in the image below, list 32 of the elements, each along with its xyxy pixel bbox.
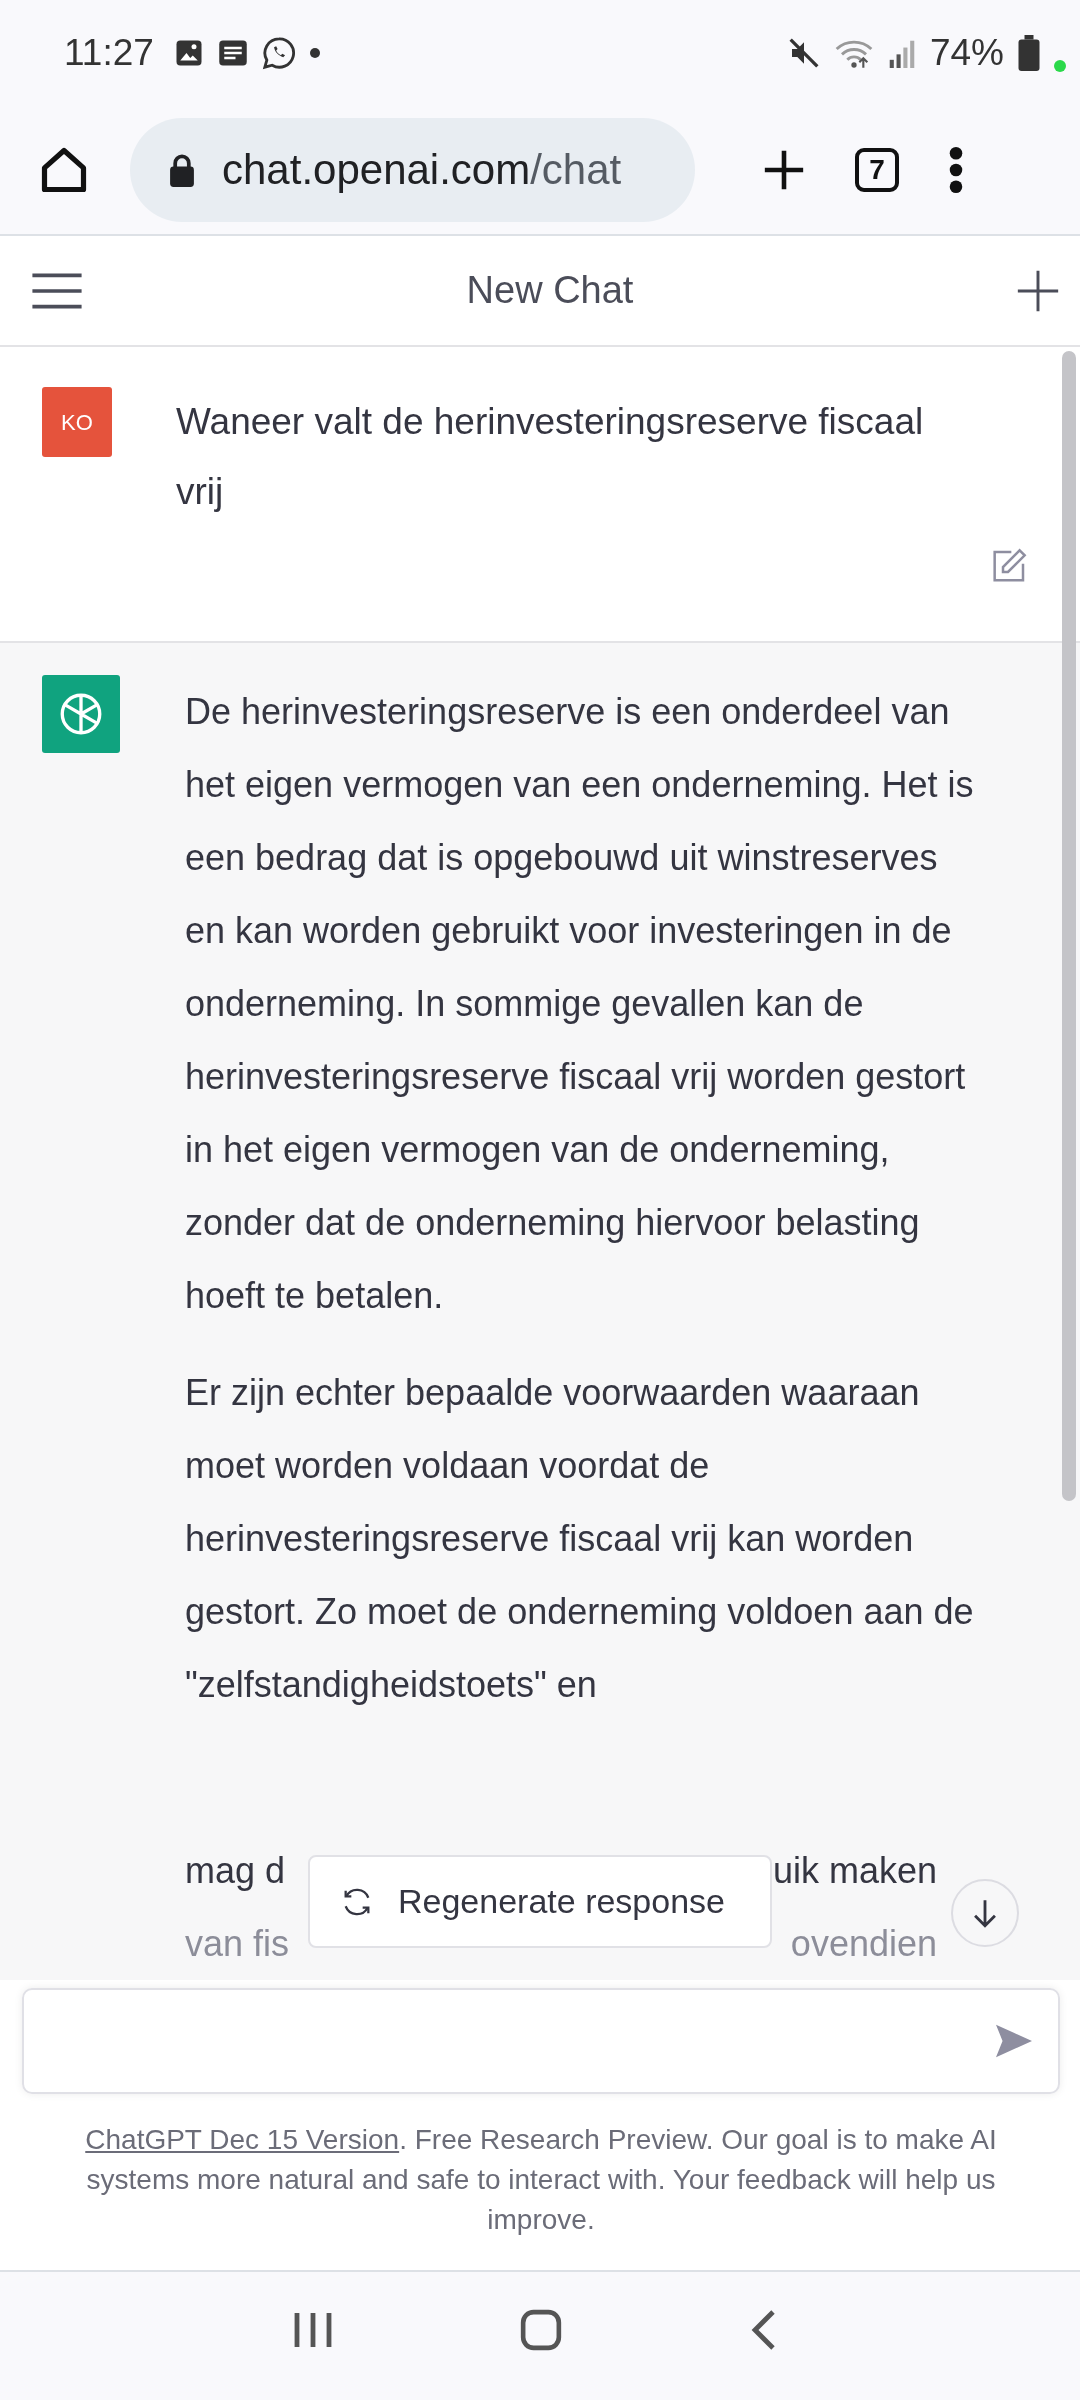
notification-dot-icon <box>309 47 320 58</box>
response-text-fragment: van fis <box>185 1922 290 1966</box>
response-paragraph: De herinvesteringsreserve is een onderdeel van het eigen vermogen van een onderneming. Het is een bedrag dat is opgebouwd uit winstreserves en kan worden gebruikt voor investeringen in de onderneming. In sommige gevallen kan de herinvesteringsreserve fiscaal vrij worden gestort in het eigen vermogen van de onderneming, zonder dat de onderneming hiervoor belasting hoeft te betalen. <box>185 690 975 1318</box>
news-icon <box>217 38 248 67</box>
clock-time: 11:27 <box>64 31 154 74</box>
response-text-fragment: uik maken <box>772 1849 937 1893</box>
home-button-icon[interactable] <box>520 2309 562 2351</box>
message-text: Waneer valt de herinvesteringsreserve fiscaal vrij <box>176 400 925 514</box>
footer-note: ChatGPT Dec 15 Version. Free Research Preview. Our goal is to make AI systems more natural and safe to interact with. Your feedback will help us improve. <box>84 2123 998 2237</box>
version-link[interactable]: ChatGPT Dec 15 Version <box>85 2124 400 2155</box>
address-bar[interactable]: chat.openai.com/chat <box>130 117 695 222</box>
response-paragraph: Er zijn echter bepaalde voorwaarden waaraan moet worden voldaan voordat de herinvesteringsreserve fiscaal vrij kan worden gestort. Zo moet de onderneming voldoen aan de "zelfstandigheidstoets" en <box>185 1371 975 1707</box>
lock-icon <box>168 152 196 187</box>
url-text: chat.openai.com/chat <box>222 145 622 194</box>
response-text-fragment: mag d <box>185 1849 286 1893</box>
mute-icon <box>787 36 820 69</box>
send-icon[interactable] <box>994 2023 1034 2059</box>
tab-count-button[interactable]: 7 <box>855 147 899 192</box>
battery-icon <box>1018 34 1040 71</box>
more-options-icon[interactable] <box>949 146 963 193</box>
battery-percentage: 74% <box>929 31 1004 74</box>
chat-title: New Chat <box>465 269 635 312</box>
scrollbar-thumb[interactable] <box>1062 351 1076 1501</box>
message-input-field[interactable] <box>22 1988 1060 2094</box>
charging-dot-icon <box>1054 59 1066 72</box>
user-avatar: KO <box>42 387 112 457</box>
response-text-fragment: ovendien <box>790 1922 937 1966</box>
chat-bubble-icon <box>261 35 296 70</box>
recent-apps-icon[interactable] <box>293 2311 334 2349</box>
menu-icon[interactable] <box>30 271 84 310</box>
regenerate-button[interactable]: Regenerate response <box>308 1855 772 1948</box>
new-chat-icon[interactable] <box>1016 268 1060 313</box>
